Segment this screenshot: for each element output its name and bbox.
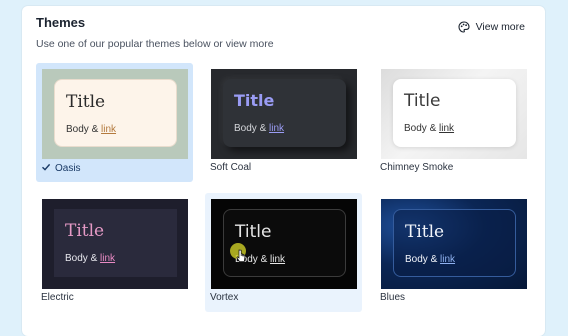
theme-preview: Title Body & link [42,69,188,159]
theme-label: Electric [41,292,74,303]
preview-title: Title [404,91,441,111]
preview-link: link [440,254,456,265]
preview-body: Body & link [234,123,285,134]
theme-card-vortex[interactable]: Title Body & link Vortex [205,193,362,312]
section-title: Themes [36,15,86,30]
checkmark-icon [41,162,51,175]
palette-icon [458,21,470,33]
theme-label: Chimney Smoke [380,162,454,173]
theme-label: Soft Coal [210,162,252,173]
preview-card: Title Body & link [54,209,177,277]
preview-card: Title Body & link [393,79,516,147]
preview-body: Body & link [65,253,116,264]
preview-link: link [439,123,455,134]
preview-title: Title [234,91,275,110]
theme-preview: Title Body & link [42,199,188,289]
pointer-cursor-icon [236,249,246,268]
theme-card-blues[interactable]: Title Body & link Blues [375,193,532,312]
preview-link: link [100,253,116,264]
theme-preview: Title Body & link [381,69,527,159]
view-more-button[interactable]: View more [458,21,525,33]
preview-card: Title Body & link [223,79,346,147]
theme-label: Oasis [41,162,81,175]
preview-title: Title [66,92,106,112]
preview-card: Title Body & link [54,79,177,147]
view-more-label: View more [475,21,525,33]
preview-title: Title [235,222,272,242]
theme-preview: Title Body & link [211,69,357,159]
preview-card: Title Body & link [393,209,516,277]
preview-title: Title [405,222,445,242]
theme-label: Blues [380,292,406,303]
theme-card-oasis[interactable]: Title Body & link Oasis [36,63,193,182]
preview-body: Body & link [405,254,456,265]
theme-label: Vortex [210,292,239,303]
theme-card-electric[interactable]: Title Body & link Electric [36,193,193,312]
preview-link: link [270,254,286,265]
theme-card-soft-coal[interactable]: Title Body & link Soft Coal [205,63,362,182]
preview-link: link [101,124,117,135]
theme-card-chimney-smoke[interactable]: Title Body & link Chimney Smoke [375,63,532,182]
preview-title: Title [65,221,105,241]
preview-body: Body & link [404,123,455,134]
preview-body: Body & link [66,124,117,135]
theme-preview: Title Body & link [381,199,527,289]
section-subtitle: Use one of our popular themes below or v… [36,38,274,50]
preview-link: link [269,123,285,134]
